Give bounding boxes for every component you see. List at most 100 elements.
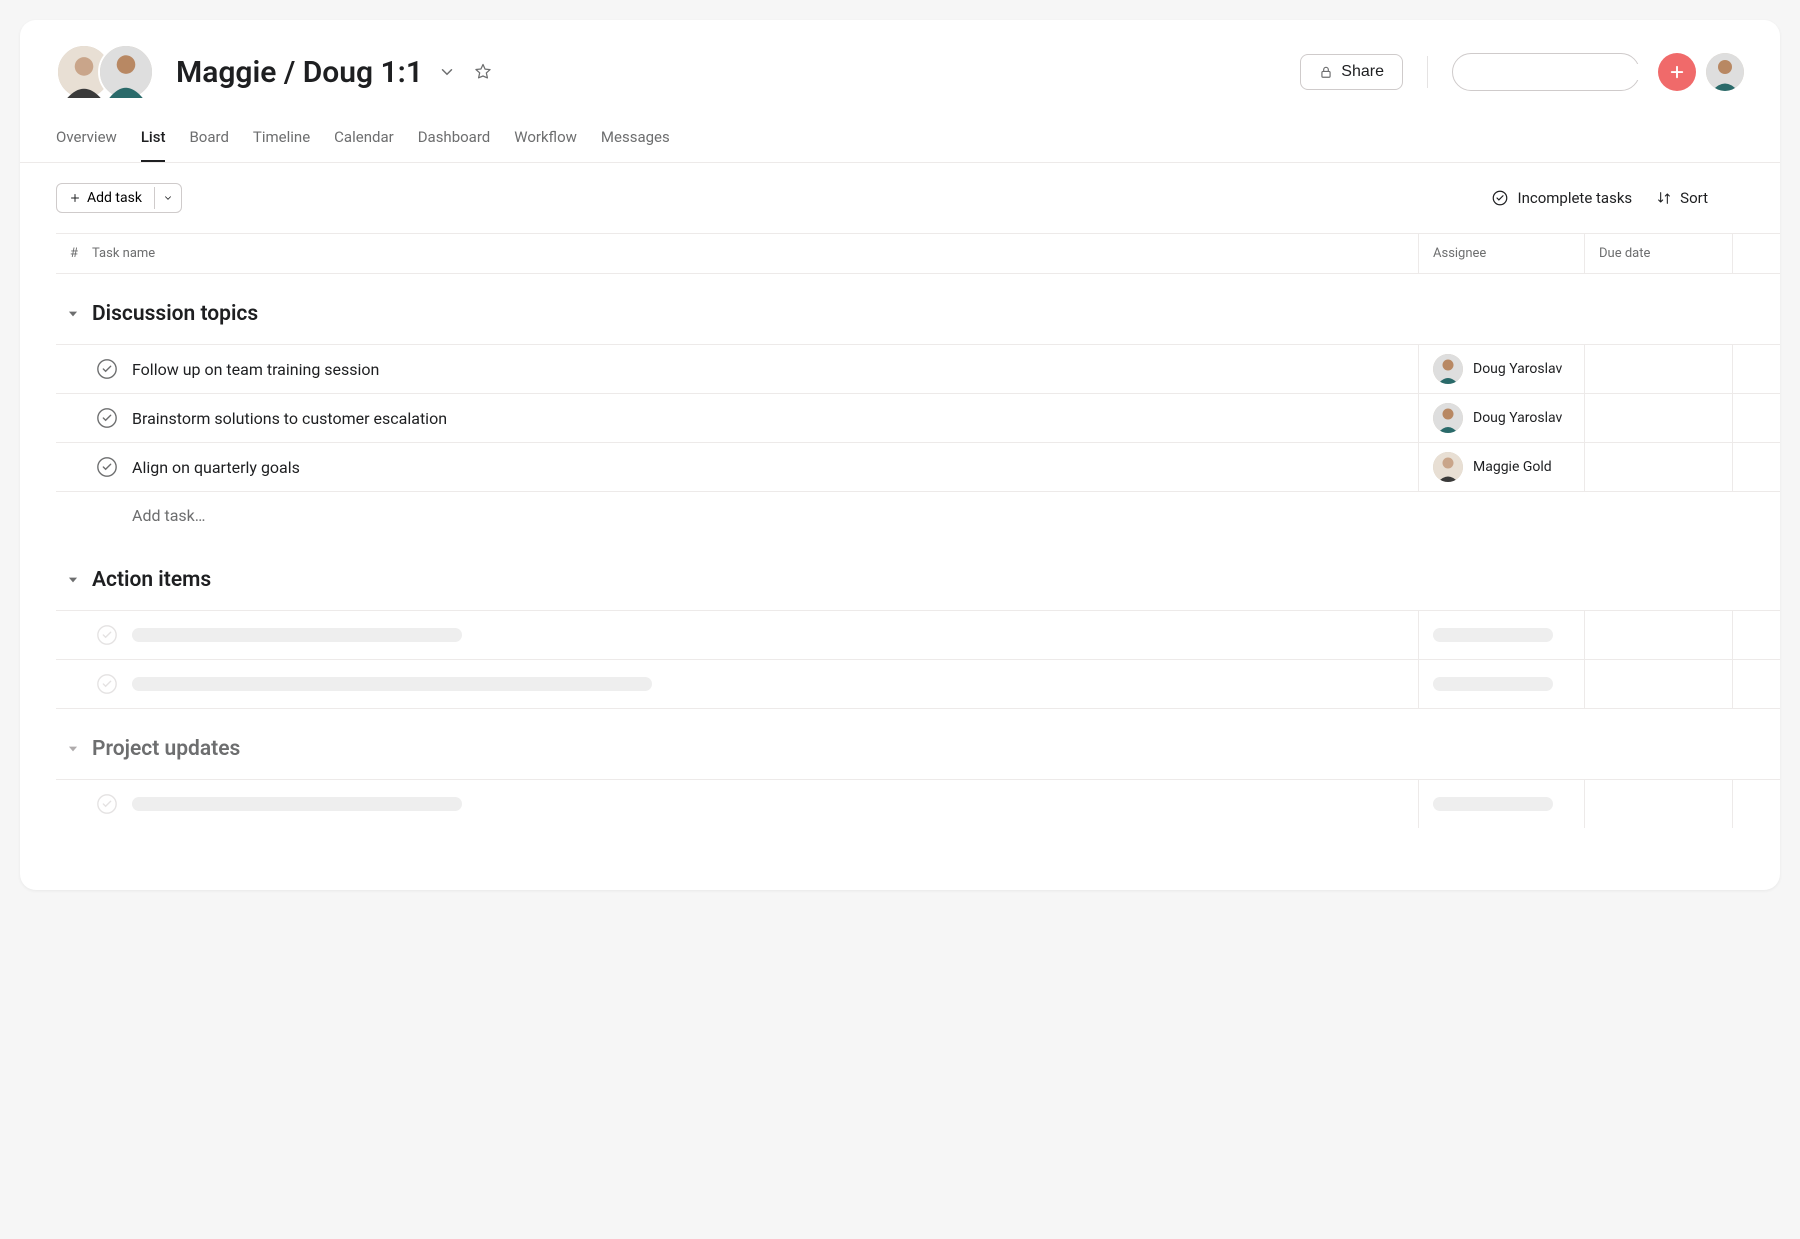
section-title[interactable]: Project updates bbox=[92, 737, 240, 761]
complete-checkbox[interactable] bbox=[96, 358, 118, 380]
quick-add-button[interactable] bbox=[1658, 53, 1696, 91]
tab-list[interactable]: List bbox=[141, 118, 166, 162]
task-name-placeholder bbox=[132, 628, 1418, 642]
task-name[interactable]: Brainstorm solutions to customer escalat… bbox=[132, 409, 1418, 428]
row-end-cell bbox=[1732, 394, 1780, 442]
due-cell[interactable] bbox=[1584, 345, 1732, 393]
share-button[interactable]: Share bbox=[1300, 54, 1403, 90]
project-menu-chevron[interactable] bbox=[435, 60, 459, 84]
sort-button[interactable]: Sort bbox=[1656, 189, 1708, 207]
col-header-end bbox=[1732, 234, 1780, 273]
row-end-cell bbox=[1732, 443, 1780, 491]
section-title[interactable]: Discussion topics bbox=[92, 302, 258, 326]
assignee-cell-placeholder bbox=[1418, 660, 1584, 708]
tab-calendar[interactable]: Calendar bbox=[334, 118, 394, 162]
assignee-cell[interactable]: Doug Yaroslav bbox=[1418, 345, 1584, 393]
due-cell bbox=[1584, 660, 1732, 708]
section-header-action-items: Action items bbox=[56, 540, 1780, 610]
add-task-inline[interactable]: Add task… bbox=[56, 492, 1780, 540]
list-toolbar: Add task Incomplete tasks Sort bbox=[20, 163, 1780, 233]
assignee-name: Doug Yaroslav bbox=[1473, 410, 1562, 426]
plus-icon bbox=[69, 192, 81, 204]
filter-label: Incomplete tasks bbox=[1517, 189, 1632, 207]
tab-dashboard[interactable]: Dashboard bbox=[418, 118, 491, 162]
due-cell[interactable] bbox=[1584, 394, 1732, 442]
task-row[interactable]: Brainstorm solutions to customer escalat… bbox=[56, 393, 1780, 442]
complete-checkbox[interactable] bbox=[96, 456, 118, 478]
add-task-button-group: Add task bbox=[56, 183, 182, 213]
task-row-placeholder bbox=[56, 659, 1780, 709]
check-circle-icon bbox=[96, 673, 118, 695]
task-row-placeholder bbox=[56, 779, 1780, 828]
complete-checkbox bbox=[96, 673, 118, 695]
filter-incomplete-button[interactable]: Incomplete tasks bbox=[1491, 189, 1632, 207]
column-headers: # Task name Assignee Due date bbox=[56, 233, 1780, 274]
complete-checkbox[interactable] bbox=[96, 407, 118, 429]
member-avatar-doug[interactable] bbox=[98, 44, 154, 100]
section-collapse-toggle[interactable] bbox=[66, 742, 80, 756]
tab-timeline[interactable]: Timeline bbox=[253, 118, 310, 162]
col-header-name[interactable]: Task name bbox=[92, 234, 1418, 273]
task-name-placeholder bbox=[132, 797, 1418, 811]
task-row[interactable]: Follow up on team training session Doug … bbox=[56, 344, 1780, 393]
due-cell bbox=[1584, 611, 1732, 659]
section-header-discussion: Discussion topics bbox=[56, 274, 1780, 344]
section-title[interactable]: Action items bbox=[92, 568, 211, 592]
section-collapse-toggle[interactable] bbox=[66, 307, 80, 321]
favorite-button[interactable] bbox=[471, 60, 495, 84]
add-task-dropdown[interactable] bbox=[154, 187, 181, 209]
due-cell[interactable] bbox=[1584, 443, 1732, 491]
col-header-number[interactable]: # bbox=[56, 234, 92, 273]
tab-overview[interactable]: Overview bbox=[56, 118, 117, 162]
search-input[interactable] bbox=[1475, 64, 1656, 80]
row-end-cell bbox=[1732, 660, 1780, 708]
task-name[interactable]: Follow up on team training session bbox=[132, 360, 1418, 379]
tab-messages[interactable]: Messages bbox=[601, 118, 670, 162]
sort-label: Sort bbox=[1680, 189, 1708, 207]
plus-icon bbox=[1668, 63, 1686, 81]
row-end-cell bbox=[1732, 611, 1780, 659]
task-table: # Task name Assignee Due date Discussion… bbox=[20, 233, 1780, 828]
app-frame: Maggie / Doug 1:1 Share Overview List Bo… bbox=[20, 20, 1780, 890]
share-button-label: Share bbox=[1341, 63, 1384, 81]
project-title[interactable]: Maggie / Doug 1:1 bbox=[176, 55, 423, 90]
assignee-avatar bbox=[1433, 354, 1463, 384]
project-tabs: Overview List Board Timeline Calendar Da… bbox=[20, 110, 1780, 163]
row-end-cell bbox=[1732, 345, 1780, 393]
col-header-assignee[interactable]: Assignee bbox=[1418, 234, 1584, 273]
section-header-project-updates: Project updates bbox=[56, 709, 1780, 779]
add-task-button[interactable]: Add task bbox=[57, 184, 154, 212]
tab-board[interactable]: Board bbox=[189, 118, 228, 162]
search-box[interactable] bbox=[1452, 53, 1640, 91]
star-icon bbox=[473, 62, 493, 82]
task-row-placeholder bbox=[56, 610, 1780, 659]
task-name[interactable]: Align on quarterly goals bbox=[132, 458, 1418, 477]
check-circle-icon bbox=[96, 793, 118, 815]
task-name-placeholder bbox=[132, 677, 1418, 691]
check-circle-icon bbox=[1491, 189, 1509, 207]
project-header: Maggie / Doug 1:1 Share bbox=[20, 20, 1780, 110]
check-circle-icon bbox=[96, 407, 118, 429]
header-divider bbox=[1427, 56, 1428, 88]
assignee-name: Doug Yaroslav bbox=[1473, 361, 1562, 377]
add-task-label: Add task bbox=[87, 190, 142, 206]
project-members-avatars bbox=[56, 44, 154, 100]
triangle-down-icon bbox=[66, 573, 80, 587]
lock-icon bbox=[1319, 64, 1333, 80]
check-circle-icon bbox=[96, 456, 118, 478]
assignee-cell[interactable]: Maggie Gold bbox=[1418, 443, 1584, 491]
task-row[interactable]: Align on quarterly goals Maggie Gold bbox=[56, 442, 1780, 492]
section-collapse-toggle[interactable] bbox=[66, 573, 80, 587]
check-circle-icon bbox=[96, 358, 118, 380]
assignee-cell-placeholder bbox=[1418, 611, 1584, 659]
triangle-down-icon bbox=[66, 742, 80, 756]
col-header-due[interactable]: Due date bbox=[1584, 234, 1732, 273]
due-cell bbox=[1584, 780, 1732, 828]
chevron-down-icon bbox=[438, 63, 456, 81]
assignee-cell[interactable]: Doug Yaroslav bbox=[1418, 394, 1584, 442]
assignee-cell-placeholder bbox=[1418, 780, 1584, 828]
assignee-avatar bbox=[1433, 452, 1463, 482]
current-user-avatar[interactable] bbox=[1706, 53, 1744, 91]
chevron-down-icon bbox=[163, 193, 173, 203]
tab-workflow[interactable]: Workflow bbox=[514, 118, 577, 162]
